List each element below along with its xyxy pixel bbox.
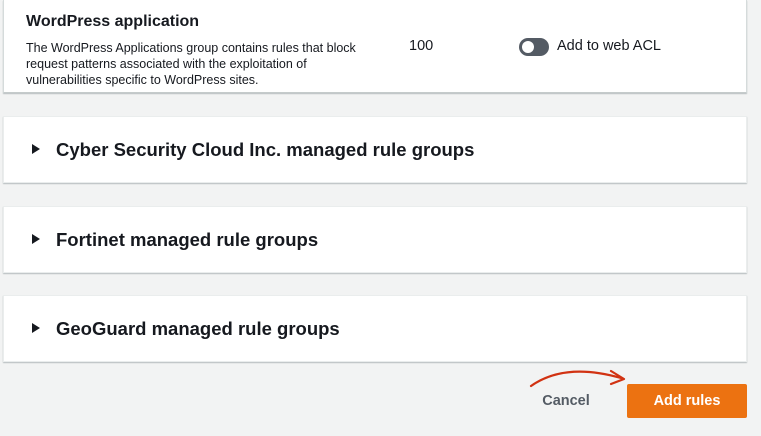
- caret-right-icon: [32, 323, 40, 333]
- group-title: Fortinet managed rule groups: [56, 229, 319, 250]
- wordpress-rule-row: WordPress application The WordPress Appl…: [3, 0, 747, 93]
- group-title: GeoGuard managed rule groups: [56, 318, 340, 339]
- caret-right-icon: [32, 234, 40, 244]
- rule-name: WordPress application: [26, 13, 200, 30]
- cancel-button[interactable]: Cancel: [526, 385, 606, 417]
- caret-right-icon: [32, 144, 40, 154]
- add-to-web-acl-toggle[interactable]: [519, 38, 549, 56]
- group-fortinet[interactable]: Fortinet managed rule groups: [3, 206, 747, 273]
- group-title: Cyber Security Cloud Inc. managed rule g…: [56, 139, 475, 160]
- group-cyber-security-cloud[interactable]: Cyber Security Cloud Inc. managed rule g…: [3, 116, 747, 183]
- group-geoguard[interactable]: GeoGuard managed rule groups: [3, 295, 747, 362]
- add-rules-button[interactable]: Add rules: [627, 384, 747, 418]
- add-to-web-acl-label: Add to web ACL: [557, 38, 661, 54]
- toggle-knob: [522, 41, 534, 53]
- rule-description: The WordPress Applications group contain…: [26, 41, 356, 87]
- rule-capacity: 100: [409, 38, 434, 54]
